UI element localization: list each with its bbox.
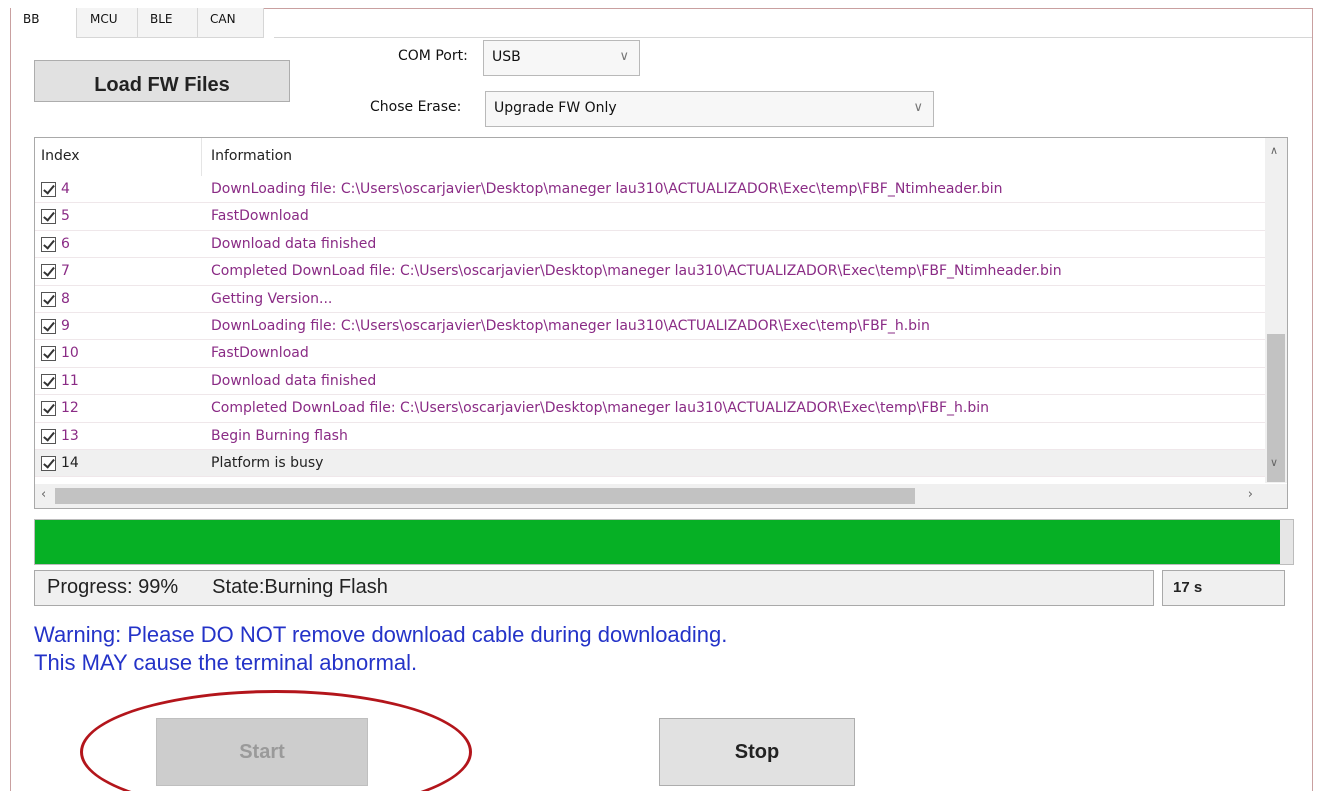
list-item[interactable]: 4 DownLoading file: C:\Users\oscarjavier\… [35, 176, 1265, 204]
row-index: 5 [61, 208, 70, 225]
tab-bb[interactable]: BB [11, 8, 77, 38]
elapsed-timer: 17 s [1162, 570, 1285, 606]
row-information: Begin Burning flash [211, 427, 348, 444]
row-index: 11 [61, 372, 79, 389]
tab-divider [274, 37, 1312, 38]
com-port-value: USB [492, 49, 521, 65]
scroll-up-icon[interactable]: ∧ [1270, 144, 1278, 157]
row-checkbox[interactable] [41, 428, 56, 444]
column-index-header[interactable]: Index [41, 148, 80, 164]
tab-mcu[interactable]: MCU [77, 8, 138, 38]
list-item[interactable]: 9 DownLoading file: C:\Users\oscarjavier\… [35, 313, 1265, 341]
tab-can[interactable]: CAN [198, 8, 264, 38]
row-information: FastDownload [211, 345, 309, 362]
row-checkbox[interactable] [41, 291, 56, 307]
row-checkbox[interactable] [41, 401, 56, 417]
status-box: Progress: 99% State:Burning Flash [34, 570, 1154, 606]
list-rows: 4 DownLoading file: C:\Users\oscarjavier\… [35, 176, 1265, 478]
row-information: Download data finished [211, 235, 377, 252]
scroll-left-icon[interactable]: ‹ [41, 487, 46, 502]
row-information: Getting Version... [211, 290, 333, 307]
row-checkbox[interactable] [41, 209, 56, 225]
load-fw-files-button[interactable]: Load FW Files [34, 60, 290, 102]
row-information: FastDownload [211, 208, 309, 225]
row-index: 10 [61, 345, 79, 362]
chevron-down-icon: ∨ [619, 49, 629, 64]
column-information-header[interactable]: Information [211, 148, 292, 164]
row-checkbox[interactable] [41, 182, 56, 197]
row-index: 14 [61, 454, 79, 471]
row-index: 9 [61, 317, 70, 334]
progress-fill [35, 520, 1280, 564]
progress-bar [34, 519, 1294, 565]
horizontal-scroll-thumb[interactable] [55, 488, 915, 504]
row-checkbox[interactable] [41, 455, 56, 471]
erase-select[interactable]: Upgrade FW Only ∨ [485, 91, 934, 127]
list-item[interactable]: 10 FastDownload [35, 340, 1265, 368]
state-text: State:Burning Flash [212, 576, 388, 598]
row-index: 7 [61, 263, 70, 280]
list-header: Index Information [35, 138, 1265, 176]
row-information: Completed DownLoad file: C:\Users\oscarj… [211, 400, 989, 417]
list-item[interactable]: 13 Begin Burning flash [35, 423, 1265, 450]
erase-label: Chose Erase: [370, 99, 462, 115]
row-checkbox[interactable] [41, 346, 56, 362]
vertical-scrollbar[interactable]: ∧ ∨ [1265, 138, 1287, 483]
list-item[interactable]: 8 Getting Version... [35, 286, 1265, 313]
warning-line-2: This MAY cause the terminal abnormal. [34, 650, 418, 675]
list-item[interactable]: 12 Completed DownLoad file: C:\Users\osca… [35, 395, 1265, 423]
row-checkbox[interactable] [41, 264, 56, 280]
warning-line-1: Warning: Please DO NOT remove download c… [34, 622, 728, 647]
row-checkbox[interactable] [41, 373, 56, 389]
chevron-down-icon: ∨ [913, 100, 923, 115]
list-item[interactable]: 7 Completed DownLoad file: C:\Users\oscar… [35, 258, 1265, 286]
tab-bar: BB MCU BLE CAN [11, 8, 264, 38]
com-port-label: COM Port: [398, 48, 468, 64]
row-index: 13 [61, 427, 79, 444]
log-list[interactable]: Index Information 4 DownLoading file: C:\… [34, 137, 1288, 509]
row-information: Download data finished [211, 372, 377, 389]
row-index: 8 [61, 290, 70, 307]
scroll-right-icon[interactable]: › [1248, 487, 1253, 502]
stop-button[interactable]: Stop [659, 718, 855, 786]
scroll-down-icon[interactable]: ∨ [1270, 456, 1278, 469]
row-checkbox[interactable] [41, 236, 56, 252]
column-divider [201, 138, 202, 176]
tab-ble[interactable]: BLE [138, 8, 198, 38]
list-item[interactable]: 6 Download data finished [35, 231, 1265, 259]
row-index: 4 [61, 181, 70, 197]
com-port-select[interactable]: USB ∨ [483, 40, 640, 76]
row-information: Platform is busy [211, 454, 324, 471]
list-item[interactable]: 11 Download data finished [35, 368, 1265, 396]
row-index: 6 [61, 235, 70, 252]
row-index: 12 [61, 400, 79, 417]
row-information: DownLoading file: C:\Users\oscarjavier\D… [211, 181, 1003, 197]
row-information: Completed DownLoad file: C:\Users\oscarj… [211, 263, 1062, 280]
horizontal-scrollbar[interactable]: ‹ › [35, 484, 1287, 508]
progress-text: Progress: 99% [47, 576, 179, 598]
list-item[interactable]: 5 FastDownload [35, 203, 1265, 231]
row-checkbox[interactable] [41, 318, 56, 334]
list-item[interactable]: 14 Platform is busy [35, 449, 1265, 478]
erase-value: Upgrade FW Only [494, 100, 617, 116]
row-information: DownLoading file: C:\Users\oscarjavier\D… [211, 317, 930, 334]
